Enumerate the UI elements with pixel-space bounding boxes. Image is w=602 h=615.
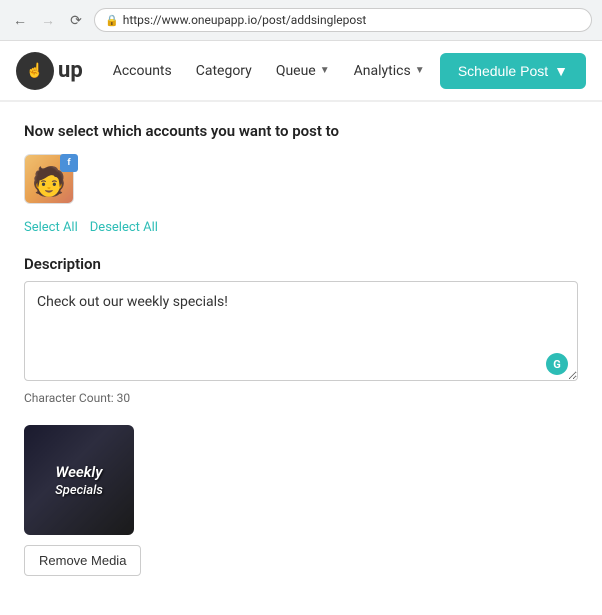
media-container: Weekly Specials Remove Media <box>24 425 578 576</box>
media-thumbnail-inner: Weekly Specials <box>24 425 134 535</box>
forward-button[interactable]: → <box>38 10 58 30</box>
browser-chrome: ← → ⟳ 🔒 https://www.oneupapp.io/post/add… <box>0 0 602 41</box>
address-bar[interactable]: 🔒 https://www.oneupapp.io/post/addsingle… <box>94 8 592 32</box>
description-textarea[interactable] <box>24 281 578 381</box>
select-links: Select All Deselect All <box>24 220 578 235</box>
char-count: Character Count: 30 <box>24 391 578 405</box>
main-content: Now select which accounts you want to po… <box>0 102 602 596</box>
deselect-all-link[interactable]: Deselect All <box>90 220 158 235</box>
nav-analytics-label: Analytics <box>354 63 411 79</box>
logo-symbol: ☝ <box>26 63 43 79</box>
logo-link[interactable]: ☝ up <box>16 52 83 90</box>
lock-icon: 🔒 <box>105 14 119 27</box>
nav-accounts[interactable]: Accounts <box>103 55 182 87</box>
avatar-person-icon: 🧑 <box>32 168 67 196</box>
nav-accounts-label: Accounts <box>113 63 172 79</box>
media-thumbnail: Weekly Specials <box>24 425 134 535</box>
select-all-link[interactable]: Select All <box>24 220 78 235</box>
avatar-badge: f <box>60 154 78 172</box>
media-text-specials: Specials <box>55 483 103 498</box>
nav-category[interactable]: Category <box>186 55 262 87</box>
nav-queue-label: Queue <box>276 63 316 79</box>
account-avatar-wrapper[interactable]: 🧑 f <box>24 154 78 208</box>
analytics-dropdown-arrow: ▼ <box>415 65 425 76</box>
grammarly-icon: G <box>546 353 568 375</box>
schedule-dropdown-arrow: ▼ <box>554 63 568 79</box>
remove-media-button[interactable]: Remove Media <box>24 545 141 576</box>
accounts-heading: Now select which accounts you want to po… <box>24 122 578 140</box>
url-text: https://www.oneupapp.io/post/addsinglepo… <box>123 13 367 27</box>
logo-text: up <box>58 58 83 83</box>
nav-links: Accounts Category Queue ▼ Analytics ▼ Sc… <box>103 53 586 89</box>
description-wrapper: G <box>24 281 578 385</box>
nav-category-label: Category <box>196 63 252 79</box>
description-label: Description <box>24 255 578 273</box>
accounts-row: 🧑 f <box>24 154 578 208</box>
queue-dropdown-arrow: ▼ <box>320 65 330 76</box>
nav-queue[interactable]: Queue ▼ <box>266 55 340 87</box>
schedule-post-label: Schedule Post <box>458 63 548 79</box>
refresh-button[interactable]: ⟳ <box>66 10 86 30</box>
grammarly-label: G <box>553 358 561 371</box>
logo-icon: ☝ <box>16 52 54 90</box>
navbar: ☝ up Accounts Category Queue ▼ Analytics… <box>0 41 602 101</box>
media-text-weekly: Weekly <box>56 463 103 481</box>
nav-analytics[interactable]: Analytics ▼ <box>344 55 435 87</box>
back-button[interactable]: ← <box>10 10 30 30</box>
schedule-post-button[interactable]: Schedule Post ▼ <box>440 53 586 89</box>
